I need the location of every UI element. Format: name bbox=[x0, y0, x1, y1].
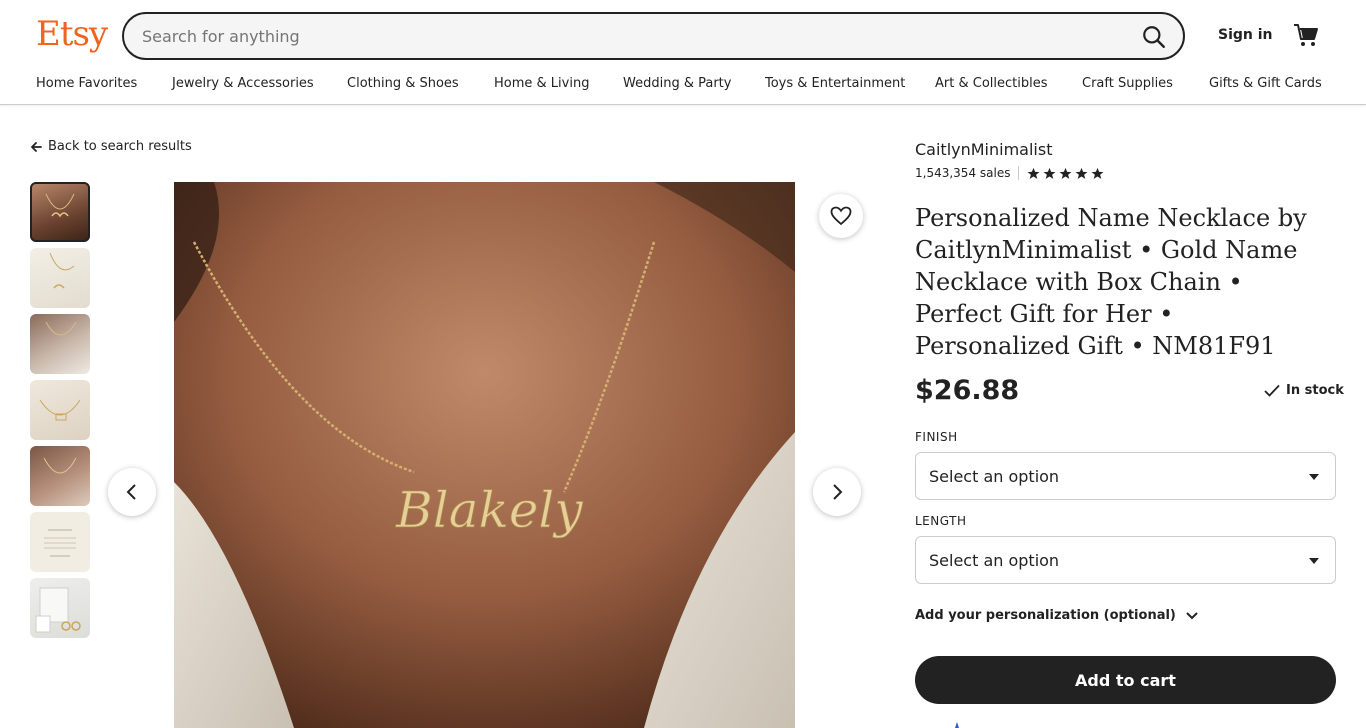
nav-home-favorites[interactable]: Home Favorites bbox=[36, 76, 137, 91]
thumbnail-1-image bbox=[45, 193, 75, 218]
add-to-cart-button[interactable]: Add to cart bbox=[915, 656, 1336, 704]
search-input[interactable] bbox=[142, 14, 1102, 58]
caret-down-icon bbox=[1309, 558, 1319, 564]
thumbnail-1[interactable] bbox=[30, 182, 90, 242]
shop-name-link[interactable]: CaitlynMinimalist bbox=[915, 140, 1052, 159]
necklace-photo: Blakely bbox=[174, 182, 795, 728]
heart-icon bbox=[830, 206, 852, 226]
star-icon bbox=[1076, 167, 1088, 179]
nav-craft-supplies[interactable]: Craft Supplies bbox=[1082, 76, 1173, 91]
thumbnail-4[interactable] bbox=[30, 380, 90, 440]
arrow-left-icon bbox=[31, 141, 42, 152]
thumbnail-6-image bbox=[44, 529, 76, 557]
nav-clothing-shoes[interactable]: Clothing & Shoes bbox=[347, 76, 459, 91]
price: $26.88 bbox=[915, 375, 1020, 406]
caret-down-icon bbox=[1309, 474, 1319, 480]
thumbnail-5-image bbox=[43, 457, 77, 474]
cart-icon[interactable] bbox=[1292, 22, 1320, 48]
category-nav: Home Favorites Jewelry & Accessories Clo… bbox=[0, 70, 1366, 105]
star-icon bbox=[1028, 167, 1040, 179]
listing-title: Personalized Name Necklace by CaitlynMin… bbox=[915, 204, 1307, 360]
search-bar bbox=[122, 12, 1185, 60]
personalization-label: Add your personalization (optional) bbox=[915, 608, 1176, 623]
star-icon bbox=[1060, 167, 1072, 179]
favorite-button[interactable] bbox=[819, 194, 863, 238]
finish-select[interactable]: Select an option bbox=[915, 452, 1336, 500]
finish-select-value: Select an option bbox=[929, 467, 1060, 486]
etsy-logo[interactable]: Etsy bbox=[36, 14, 108, 54]
star-icon bbox=[1092, 167, 1104, 179]
chevron-down-icon bbox=[1186, 611, 1198, 619]
thumbnail-6[interactable] bbox=[30, 512, 90, 572]
nav-gifts-gift-cards[interactable]: Gifts & Gift Cards bbox=[1209, 76, 1322, 91]
back-label: Back to search results bbox=[48, 139, 192, 154]
thumbnail-5[interactable] bbox=[30, 446, 90, 506]
stock-status: In stock bbox=[1264, 383, 1344, 398]
thumbnail-7-image bbox=[35, 587, 81, 633]
thumbnail-3[interactable] bbox=[30, 314, 90, 374]
thumbnail-4-image bbox=[39, 399, 81, 421]
length-select[interactable]: Select an option bbox=[915, 536, 1336, 584]
check-icon bbox=[1264, 384, 1280, 397]
main-product-image: Blakely bbox=[174, 182, 795, 728]
length-select-value: Select an option bbox=[929, 551, 1060, 570]
stock-label: In stock bbox=[1286, 383, 1344, 398]
thumbnail-2[interactable] bbox=[30, 248, 90, 308]
divider bbox=[1018, 166, 1020, 180]
prev-image-button[interactable] bbox=[108, 468, 156, 516]
sales-count: 1,543,354 sales bbox=[915, 166, 1011, 180]
search-icon[interactable] bbox=[1141, 24, 1167, 50]
sign-in-link[interactable]: Sign in bbox=[1218, 27, 1273, 43]
thumbnail-3-image bbox=[45, 321, 77, 336]
chevron-left-icon bbox=[126, 484, 136, 500]
back-to-search-link[interactable]: Back to search results bbox=[30, 139, 192, 154]
next-image-button[interactable] bbox=[813, 468, 861, 516]
finish-label: FINISH bbox=[915, 430, 958, 444]
nav-jewelry-accessories[interactable]: Jewelry & Accessories bbox=[172, 76, 314, 91]
nav-wedding-party[interactable]: Wedding & Party bbox=[623, 76, 731, 91]
thumbnail-2-image bbox=[49, 252, 75, 289]
rating-stars[interactable] bbox=[1027, 167, 1104, 180]
length-label: LENGTH bbox=[915, 514, 967, 528]
star-icon bbox=[1044, 167, 1056, 179]
nav-home-living[interactable]: Home & Living bbox=[494, 76, 589, 91]
shop-stats: 1,543,354 sales bbox=[915, 166, 1104, 180]
chevron-right-icon bbox=[833, 484, 843, 500]
thumbnail-7[interactable] bbox=[30, 578, 90, 638]
necklace-name-text: Blakely bbox=[395, 481, 583, 539]
personalization-toggle[interactable]: Add your personalization (optional) bbox=[915, 608, 1198, 623]
nav-art-collectibles[interactable]: Art & Collectibles bbox=[935, 76, 1047, 91]
nav-toys-entertainment[interactable]: Toys & Entertainment bbox=[765, 76, 905, 91]
sparkle-icon bbox=[955, 722, 959, 728]
